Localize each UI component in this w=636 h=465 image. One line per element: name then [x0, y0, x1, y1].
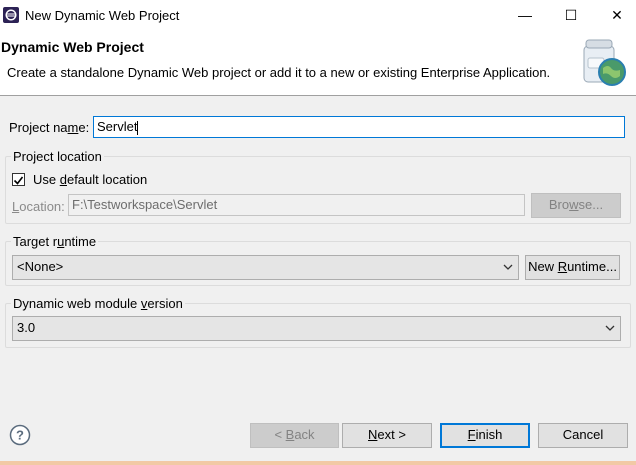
target-runtime-title-pre: Target r — [13, 234, 58, 249]
web-project-jar-globe-icon — [583, 39, 626, 86]
project-name-label-post: e: — [78, 120, 90, 135]
window-bottom-edge — [0, 461, 636, 465]
module-version-group-title: Dynamic web module version — [11, 296, 185, 311]
checkmark-icon — [13, 176, 24, 185]
new-runtime-post: untime... — [567, 259, 617, 274]
location-input[interactable]: F:\Testworkspace\Servlet — [68, 194, 525, 216]
next-button[interactable]: Next > — [342, 423, 432, 448]
location-label-post: ocation: — [19, 199, 65, 214]
maximize-button[interactable]: ☐ — [548, 0, 594, 30]
chevron-down-icon — [503, 264, 513, 270]
location-value: F:\Testworkspace\Servlet — [72, 197, 218, 212]
back-button[interactable]: < Back — [250, 423, 339, 448]
project-name-label-mnemonic: m — [67, 120, 79, 135]
window-title: New Dynamic Web Project — [25, 8, 180, 23]
module-version-select[interactable]: 3.0 — [12, 316, 621, 341]
minimize-icon: — — [518, 7, 532, 23]
project-name-input[interactable]: Servlet — [93, 116, 625, 138]
target-runtime-value: <None> — [17, 259, 64, 274]
back-post: ack — [294, 427, 315, 442]
page-title: Dynamic Web Project — [1, 39, 144, 55]
browse-post: se... — [578, 197, 604, 212]
module-version-value: 3.0 — [17, 320, 36, 335]
new-runtime-mnemonic: R — [557, 259, 568, 274]
page-description: Create a standalone Dynamic Web project … — [7, 65, 551, 80]
minimize-button[interactable]: — — [502, 0, 548, 30]
help-icon[interactable]: ? — [9, 424, 31, 446]
cancel-button[interactable]: Cancel — [538, 423, 628, 448]
target-runtime-title-post: ntime — [64, 234, 97, 249]
project-name-label: Project name: — [9, 120, 89, 135]
use-default-mnemonic: d — [59, 172, 67, 187]
location-label: Location: — [12, 199, 65, 214]
back-pre: < — [274, 427, 286, 442]
use-default-pre: Use — [33, 172, 60, 187]
browse-pre: Bro — [548, 197, 570, 212]
project-location-group-title: Project location — [11, 149, 104, 164]
close-icon: ✕ — [611, 6, 623, 23]
browse-mnemonic: w — [569, 197, 579, 212]
project-name-value: Servlet — [97, 119, 138, 134]
use-default-post: efault location — [66, 172, 148, 187]
wizard-header: Dynamic Web Project Create a standalone … — [0, 30, 636, 96]
finish-mnemonic: F — [467, 427, 476, 442]
eclipse-icon — [3, 7, 19, 23]
new-runtime-button[interactable]: New Runtime... — [525, 255, 620, 280]
module-version-title-pre: Dynamic web module — [13, 296, 141, 311]
title-bar: New Dynamic Web Project — ☐ ✕ — [0, 0, 636, 30]
chevron-down-icon — [605, 325, 615, 331]
svg-text:?: ? — [16, 428, 24, 443]
module-version-title-post: ersion — [147, 296, 183, 311]
next-mnemonic: N — [368, 427, 378, 442]
use-default-location-checkbox[interactable] — [12, 173, 25, 186]
next-post: ext > — [377, 427, 406, 442]
target-runtime-select[interactable]: <None> — [12, 255, 519, 280]
close-button[interactable]: ✕ — [594, 0, 636, 30]
text-cursor — [137, 120, 139, 135]
new-runtime-pre: New — [528, 259, 558, 274]
use-default-location-label[interactable]: Use default location — [33, 172, 147, 187]
finish-button[interactable]: Finish — [440, 423, 530, 448]
target-runtime-group-title: Target runtime — [11, 234, 99, 249]
browse-button[interactable]: Browse... — [531, 193, 621, 218]
project-name-label-pre: Project na — [9, 120, 68, 135]
finish-post: inish — [475, 427, 503, 442]
maximize-icon: ☐ — [564, 6, 578, 23]
